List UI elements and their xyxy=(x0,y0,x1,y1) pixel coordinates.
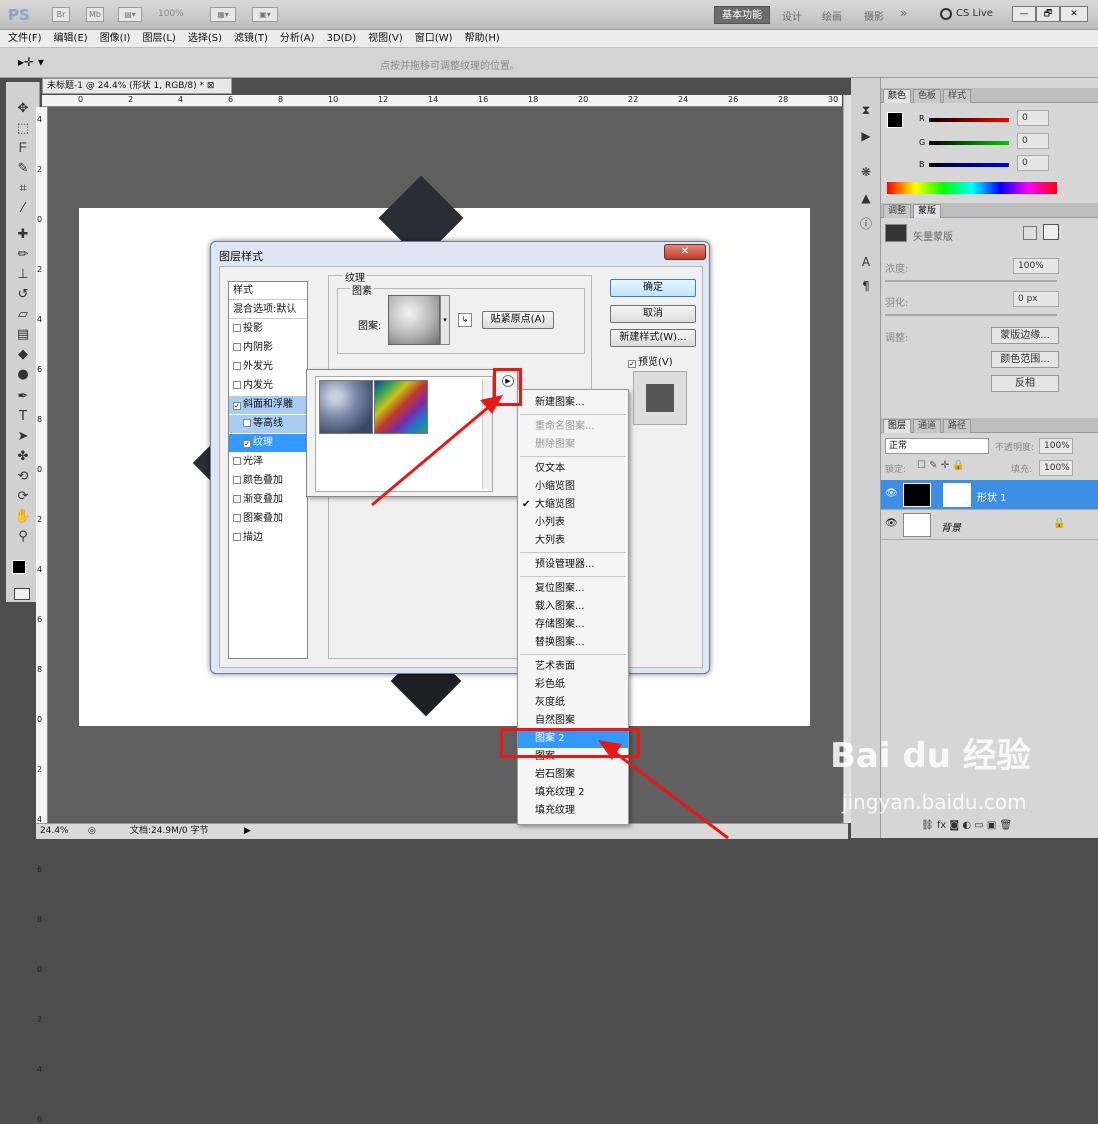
ruler-v-label: 8 xyxy=(37,915,43,924)
ruler-v-label: 2 xyxy=(37,1015,43,1024)
baidu-watermark-url: jingyan.baidu.com xyxy=(842,790,1027,814)
annotation-arrows xyxy=(371,395,729,840)
ruler-v-label: 6 xyxy=(37,1115,43,1124)
annotation-arrow-line xyxy=(604,743,729,840)
ruler-v-label: 0 xyxy=(37,965,43,974)
ruler-v-label: 6 xyxy=(37,865,43,874)
baidu-watermark: Bai du 经验 xyxy=(830,736,1031,776)
annotation-arrow-line xyxy=(371,398,498,507)
ruler-v-label: 4 xyxy=(37,1065,43,1074)
